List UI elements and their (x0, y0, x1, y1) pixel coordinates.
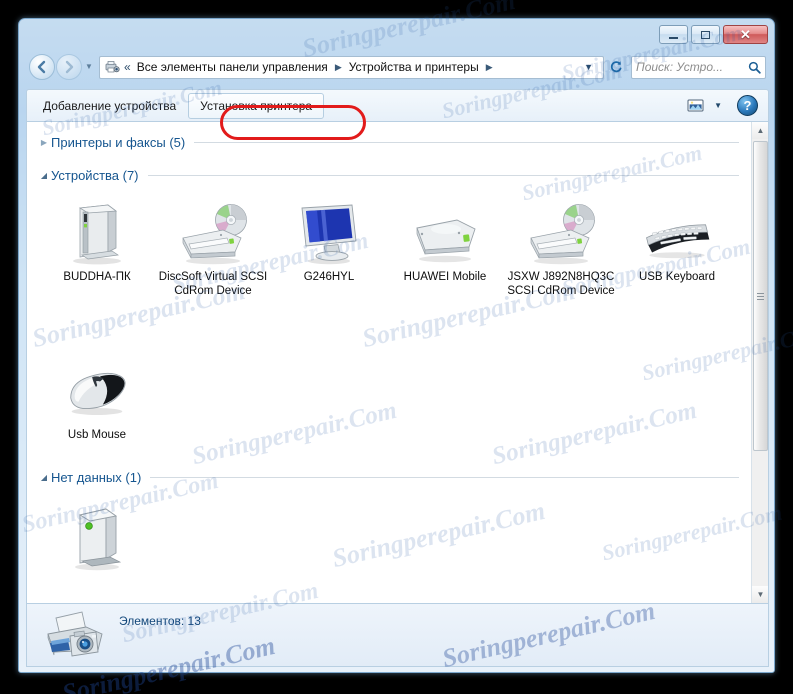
group-header-nodata[interactable]: ◢ Нет данных (1) (27, 465, 751, 491)
back-arrow-icon (37, 60, 46, 74)
device-tile-usb-mouse[interactable]: Usb Mouse (39, 352, 155, 451)
refresh-button[interactable] (604, 56, 626, 78)
external-drive-icon (409, 200, 481, 266)
command-toolbar: Добавление устройства Установка принтера… (26, 89, 769, 121)
breadcrumb-arrow-1[interactable]: ▶ (330, 62, 347, 73)
refresh-icon (610, 61, 622, 73)
minimize-icon (669, 36, 678, 39)
forward-button[interactable] (56, 54, 82, 80)
scroll-down-button[interactable]: ▼ (752, 586, 768, 603)
device-tile-huawei-mobile[interactable]: HUAWEI Mobile (387, 194, 503, 306)
devices-list-pane: ▶ Принтеры и факсы (5) ◢ Устройства (7) (26, 121, 769, 604)
device-label: Usb Mouse (67, 429, 127, 441)
cd-drive-icon (177, 200, 249, 266)
devices-canvas: ▶ Принтеры и факсы (5) ◢ Устройства (7) (27, 122, 751, 603)
vertical-scrollbar[interactable]: ▲ ▼ (751, 122, 768, 603)
maximize-icon (701, 30, 710, 39)
group-header-printers[interactable]: ▶ Принтеры и факсы (5) (27, 129, 751, 155)
device-label: HUAWEI Mobile (403, 271, 487, 283)
group-label-nodata[interactable]: Нет данных (1) (51, 470, 141, 485)
scrollbar-thumb[interactable] (753, 141, 768, 451)
toolbar-right-group: ▼ ? (683, 95, 764, 117)
breadcrumb-devices-printers[interactable]: Устройства и принтеры (347, 59, 481, 75)
help-button[interactable]: ? (737, 95, 758, 116)
view-options-icon (687, 99, 704, 112)
maximize-button[interactable] (691, 25, 720, 44)
device-label: DiscSoft Virtual SCSI CdRom Device (158, 271, 268, 297)
breadcrumb-arrow-2[interactable]: ▶ (481, 62, 498, 73)
device-label: G246HYL (303, 271, 355, 283)
item-count-label: Элементов: 13 (119, 614, 201, 628)
address-bar-row: ▼ « Все элементы панели управления ▶ Уст… (19, 49, 774, 85)
view-options-button[interactable] (683, 95, 707, 117)
device-label: JSXW J892N8HQ3C SCSI CdRom Device (507, 271, 615, 297)
close-icon: ✕ (740, 27, 751, 42)
scroll-up-button[interactable]: ▲ (752, 122, 768, 139)
add-device-button[interactable]: Добавление устройства (31, 93, 188, 119)
forward-arrow-icon (65, 60, 74, 74)
group-expand-triangle-devices[interactable]: ◢ (37, 171, 51, 180)
cd-drive-icon (525, 200, 597, 266)
close-button[interactable]: ✕ (723, 25, 768, 44)
window-controls: ✕ (659, 25, 768, 44)
devices-tile-grid: BUDDHA-ПК DiscSoft Virtual SCSI CdRom De… (27, 188, 751, 451)
chevron-down-icon[interactable]: ▼ (576, 62, 601, 72)
navigation-buttons: ▼ (29, 54, 94, 80)
device-tile-cdrom-discsoft[interactable]: DiscSoft Virtual SCSI CdRom Device (155, 194, 271, 306)
monitor-icon (293, 200, 365, 266)
keyboard-icon (641, 200, 713, 266)
group-rule-printers (194, 141, 739, 143)
scrollbar-grip-icon (757, 291, 764, 302)
screenshot-root: ✕ ▼ « Все элементы панели управления ▶ У… (0, 0, 793, 694)
device-tile-computer[interactable]: BUDDHA-ПК (39, 194, 155, 306)
back-button[interactable] (29, 54, 55, 80)
printer-camera-icon (41, 607, 113, 663)
add-printer-button[interactable]: Установка принтера (188, 92, 325, 119)
device-tile-cdrom-jsxw[interactable]: JSXW J892N8HQ3C SCSI CdRom Device (503, 194, 619, 306)
device-label: USB Keyboard (638, 271, 716, 283)
devices-printers-icon (103, 59, 121, 75)
mouse-icon (61, 358, 133, 424)
search-icon[interactable] (748, 61, 761, 74)
address-bar[interactable]: « Все элементы панели управления ▶ Устро… (99, 55, 604, 79)
device-tile-unknown[interactable] (39, 501, 155, 586)
devices-and-printers-window: ✕ ▼ « Все элементы панели управления ▶ У… (18, 18, 775, 673)
group-header-devices[interactable]: ◢ Устройства (7) (27, 162, 751, 188)
group-expand-triangle-printers[interactable]: ▶ (37, 138, 51, 147)
address-root-separator[interactable]: « (121, 60, 135, 74)
history-dropdown-button[interactable]: ▼ (84, 63, 94, 71)
computer-tower-icon (61, 200, 133, 266)
group-expand-triangle-nodata[interactable]: ◢ (37, 473, 51, 482)
title-bar: ✕ (19, 19, 774, 49)
group-rule-devices (147, 174, 739, 176)
breadcrumb-control-panel[interactable]: Все элементы панели управления (135, 59, 330, 75)
group-label-devices[interactable]: Устройства (7) (51, 168, 139, 183)
generic-device-icon (61, 507, 133, 573)
device-label: BUDDHA-ПК (63, 271, 131, 283)
group-label-printers[interactable]: Принтеры и факсы (5) (51, 135, 185, 150)
search-input[interactable]: Поиск: Устро... (636, 60, 748, 74)
search-box[interactable]: Поиск: Устро... (631, 55, 766, 79)
device-tile-monitor[interactable]: G246HYL (271, 194, 387, 306)
minimize-button[interactable] (659, 25, 688, 44)
group-rule-nodata (150, 477, 739, 478)
device-tile-usb-keyboard[interactable]: USB Keyboard (619, 194, 735, 306)
status-bar: Элементов: 13 (26, 604, 769, 667)
view-options-chevron-down-icon[interactable]: ▼ (709, 101, 727, 110)
nodata-tile-grid (27, 491, 751, 586)
